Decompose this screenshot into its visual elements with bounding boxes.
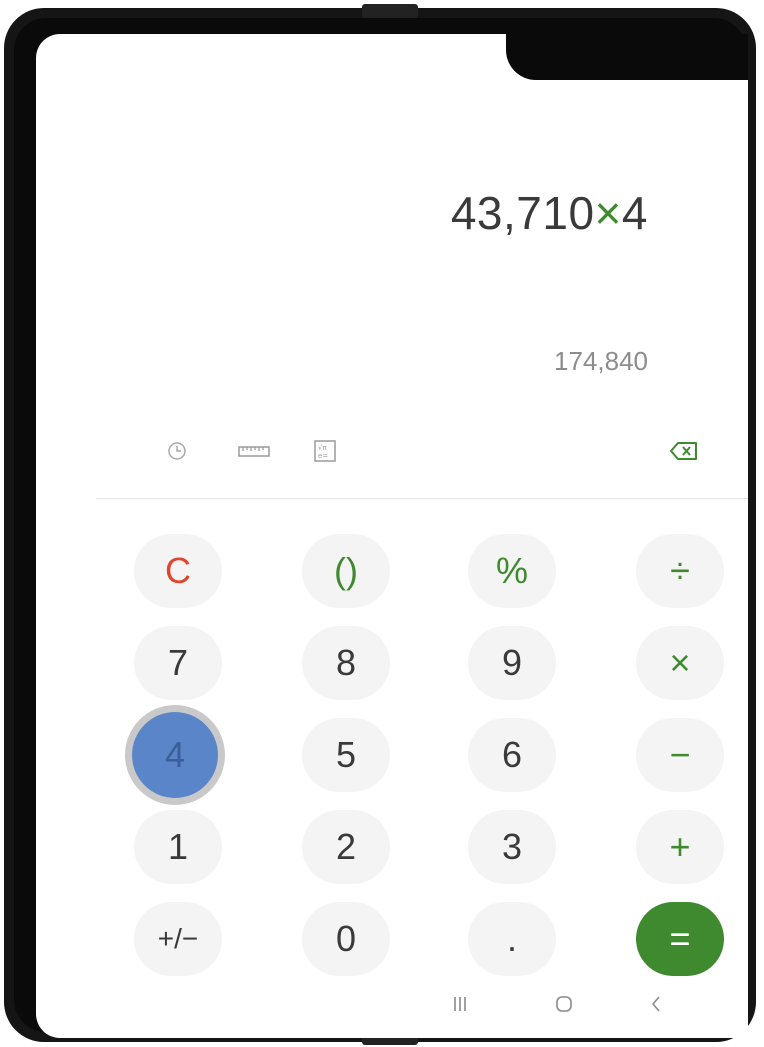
result-preview: 174,840 <box>554 346 648 376</box>
svg-text:√π: √π <box>318 444 327 452</box>
camera-notch <box>506 34 748 80</box>
key-7[interactable]: 7 <box>134 626 222 700</box>
expression-operand: 4 <box>621 187 648 239</box>
unit-converter-icon[interactable] <box>236 436 272 466</box>
expression-operator: × <box>594 187 622 239</box>
key-4[interactable]: 4 <box>132 712 218 798</box>
home-icon[interactable] <box>544 984 584 1024</box>
key-percent[interactable]: % <box>468 534 556 608</box>
expression-text: 43,710×4 <box>451 186 648 240</box>
key-decimal[interactable]: . <box>468 902 556 976</box>
key-equals[interactable]: = <box>636 902 724 976</box>
back-icon[interactable] <box>636 984 676 1024</box>
key-3[interactable]: 3 <box>468 810 556 884</box>
expression-display: 43,710×4 <box>451 186 648 240</box>
recent-apps-icon[interactable] <box>440 984 480 1024</box>
history-icon[interactable] <box>162 436 192 466</box>
key-plus-minus[interactable]: +/− <box>134 902 222 976</box>
key-0[interactable]: 0 <box>302 902 390 976</box>
toolbar-divider <box>96 498 748 499</box>
key-1[interactable]: 1 <box>134 810 222 884</box>
key-8[interactable]: 8 <box>302 626 390 700</box>
key-9[interactable]: 9 <box>468 626 556 700</box>
key-6[interactable]: 6 <box>468 718 556 792</box>
backspace-icon[interactable] <box>666 436 702 466</box>
key-divide[interactable]: ÷ <box>636 534 724 608</box>
key-5[interactable]: 5 <box>302 718 390 792</box>
expression-number: 43,710 <box>450 187 595 239</box>
scientific-mode-icon[interactable]: √π e= <box>310 436 340 466</box>
system-navigation-bar <box>36 984 748 1034</box>
calculator-toolbar: √π e= <box>96 436 748 476</box>
key-2[interactable]: 2 <box>302 810 390 884</box>
calculator-screen: 43,710×4 174,840 √π e= C () % ÷ 7 8 9 × 4… <box>36 34 748 1038</box>
svg-text:e=: e= <box>318 452 328 460</box>
key-add[interactable]: + <box>636 810 724 884</box>
key-subtract[interactable]: − <box>636 718 724 792</box>
hinge-top <box>362 4 418 18</box>
key-clear[interactable]: C <box>134 534 222 608</box>
key-parentheses[interactable]: () <box>302 534 390 608</box>
key-multiply[interactable]: × <box>636 626 724 700</box>
